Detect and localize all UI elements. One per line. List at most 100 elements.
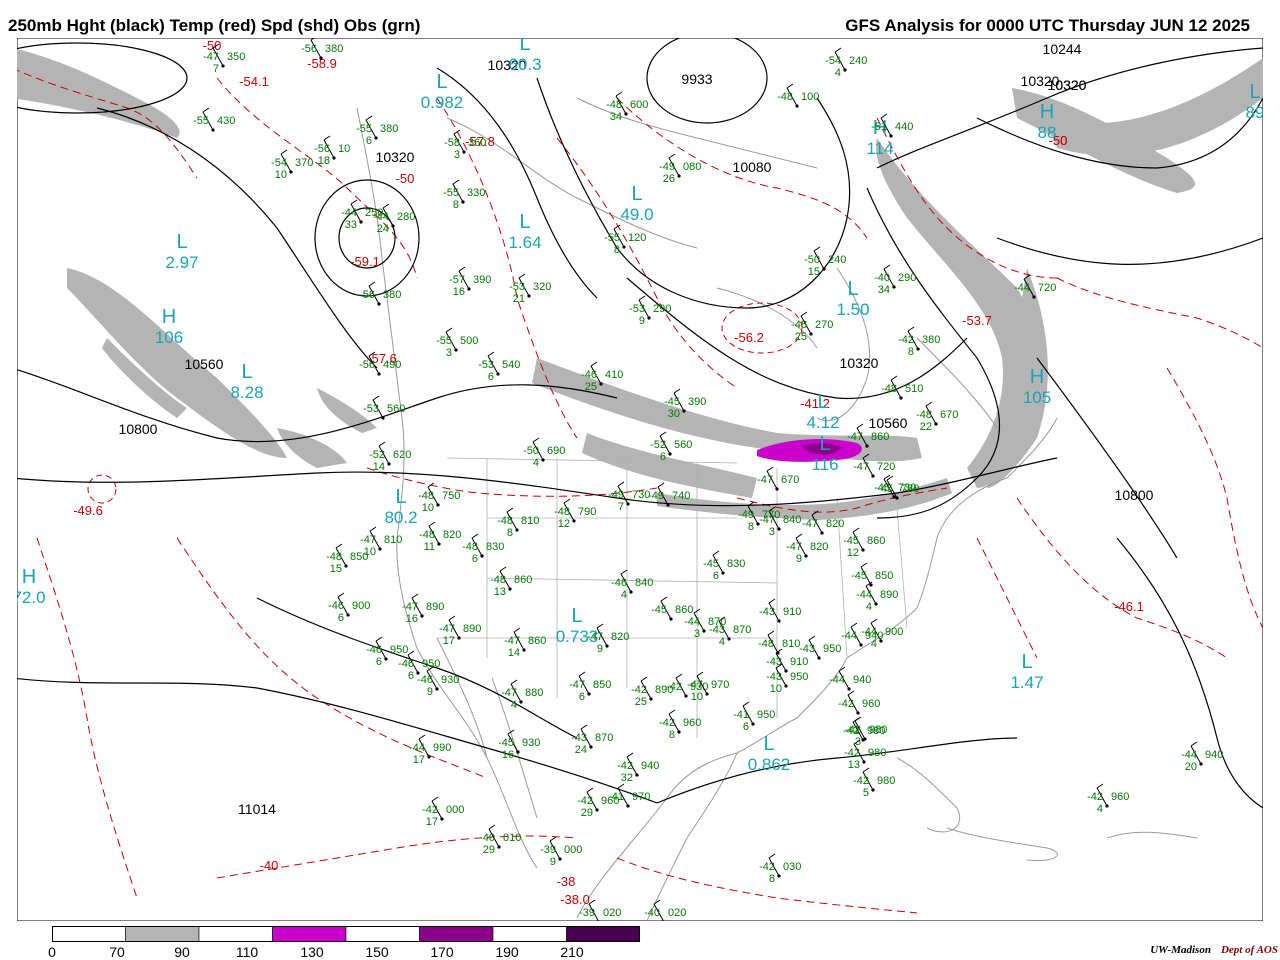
height-contour-label: 10320 — [1048, 77, 1087, 93]
obs-dewpoint-depression: 4 — [621, 589, 627, 601]
obs-height: 120 — [628, 232, 646, 244]
obs-temperature: -57 — [449, 274, 465, 286]
obs-temperature: -47 — [687, 679, 703, 691]
obs-temperature: -46 — [417, 674, 433, 686]
center-value: 116 — [811, 455, 838, 474]
low-center-marker: L — [847, 278, 858, 300]
temperature-contour-label: -38 — [557, 874, 576, 889]
obs-dewpoint-depression: 10 — [691, 691, 703, 703]
obs-temperature: -44 — [856, 589, 872, 601]
obs-height: 670 — [781, 474, 799, 486]
height-contour-label: 10320 — [376, 149, 415, 165]
obs-dewpoint-depression: 3 — [694, 628, 700, 640]
obs-height: 360 — [468, 137, 486, 149]
obs-temperature: -39 — [579, 907, 595, 919]
obs-dewpoint-depression: 22 — [920, 421, 932, 433]
center-value: 1.64 — [508, 233, 541, 252]
low-center-marker: L — [519, 38, 530, 55]
obs-height: 850 — [350, 551, 368, 563]
obs-temperature: -46 — [581, 369, 597, 381]
credit-dept: Dept of AOS — [1220, 944, 1278, 956]
obs-height: 900 — [885, 626, 903, 638]
obs-temperature: -41 — [608, 791, 624, 803]
obs-dewpoint-depression: 17 — [443, 635, 455, 647]
low-center-marker: L — [571, 605, 582, 627]
obs-height: 980 — [868, 747, 886, 759]
obs-temperature: -47 — [853, 461, 869, 473]
obs-height: 750 — [442, 490, 460, 502]
obs-temperature: -43 — [571, 732, 587, 744]
obs-dewpoint-depression: 4 — [719, 636, 725, 648]
obs-temperature: -45 — [851, 570, 867, 582]
obs-height: 030 — [783, 861, 801, 873]
obs-temperature: -47 — [569, 679, 585, 691]
obs-height: 870 — [733, 624, 751, 636]
obs-temperature: -43 — [766, 656, 782, 668]
obs-temperature: -45 — [498, 737, 514, 749]
obs-height: 890 — [880, 589, 898, 601]
obs-height: 350 — [227, 51, 245, 63]
obs-dewpoint-depression: 10 — [770, 683, 782, 695]
obs-temperature: -55 — [604, 232, 620, 244]
obs-dewpoint-depression: 8 — [614, 244, 620, 256]
obs-temperature: -47 — [757, 474, 773, 486]
obs-dewpoint-depression: 16 — [502, 749, 514, 761]
obs-temperature: -47 — [786, 541, 802, 553]
colorbar-tick-label: 190 — [495, 944, 519, 960]
obs-temperature: -42 — [853, 775, 869, 787]
temperature-contour-label: -49.6 — [73, 503, 103, 518]
obs-height: 940 — [1205, 749, 1223, 761]
obs-height: 820 — [611, 631, 629, 643]
temperature-contour-label: -46.1 — [1114, 599, 1144, 614]
obs-height: 510 — [905, 383, 923, 395]
obs-dewpoint-depression: 4 — [866, 601, 872, 613]
obs-dewpoint-depression: 8 — [453, 199, 459, 211]
obs-height: 10 — [338, 143, 350, 155]
obs-dewpoint-depression: 6 — [579, 691, 585, 703]
obs-dewpoint-depression: 6 — [713, 570, 719, 582]
obs-dewpoint-depression: 9 — [427, 686, 433, 698]
colorbar-bin — [345, 926, 420, 942]
obs-dewpoint-depression: 6 — [743, 721, 749, 733]
obs-temperature: -39 — [540, 844, 556, 856]
obs-dewpoint-depression: 3 — [454, 149, 460, 161]
obs-height: 980 — [877, 775, 895, 787]
low-center-marker: L — [519, 211, 530, 233]
obs-height: 560 — [387, 403, 405, 415]
obs-temperature: -49 — [648, 490, 664, 502]
height-contour-label: 10320 — [840, 355, 879, 371]
center-value: 0.862 — [748, 755, 791, 774]
obs-temperature: -48 — [758, 638, 774, 650]
height-contour-label: 10560 — [869, 415, 908, 431]
obs-height: 440 — [895, 121, 913, 133]
obs-temperature: -43 — [759, 606, 775, 618]
obs-temperature: -48 — [419, 529, 435, 541]
obs-temperature: -40 — [874, 272, 890, 284]
obs-dewpoint-depression: 32 — [621, 772, 633, 784]
obs-height: 370 — [295, 157, 313, 169]
obs-height: 840 — [783, 514, 801, 526]
obs-temperature: -43 — [709, 624, 725, 636]
obs-dewpoint-depression: 6 — [376, 656, 382, 668]
obs-height: 690 — [547, 445, 565, 457]
colorbar-bin — [566, 926, 640, 942]
obs-height: 540 — [502, 359, 520, 371]
obs-dewpoint-depression: 15 — [808, 266, 820, 278]
obs-temperature: -49 — [608, 489, 624, 501]
obs-temperature: -42 — [631, 684, 647, 696]
obs-height: 950 — [757, 709, 775, 721]
obs-height: 860 — [871, 431, 889, 443]
obs-height: 730 — [898, 482, 916, 494]
obs-temperature: -52 — [650, 439, 666, 451]
obs-height: 290 — [653, 303, 671, 315]
obs-height: 810 — [782, 638, 800, 650]
low-center-marker: L — [436, 71, 447, 93]
obs-dewpoint-depression: 12 — [558, 518, 570, 530]
obs-dewpoint-depression: 10 — [422, 502, 434, 514]
obs-temperature: -44 — [341, 207, 357, 219]
center-value: 1.50 — [836, 300, 869, 319]
colorbar-tick-label: 110 — [235, 944, 259, 960]
obs-dewpoint-depression: 29 — [483, 844, 495, 856]
obs-temperature: -48 — [554, 506, 570, 518]
obs-temperature: -42 — [577, 795, 593, 807]
